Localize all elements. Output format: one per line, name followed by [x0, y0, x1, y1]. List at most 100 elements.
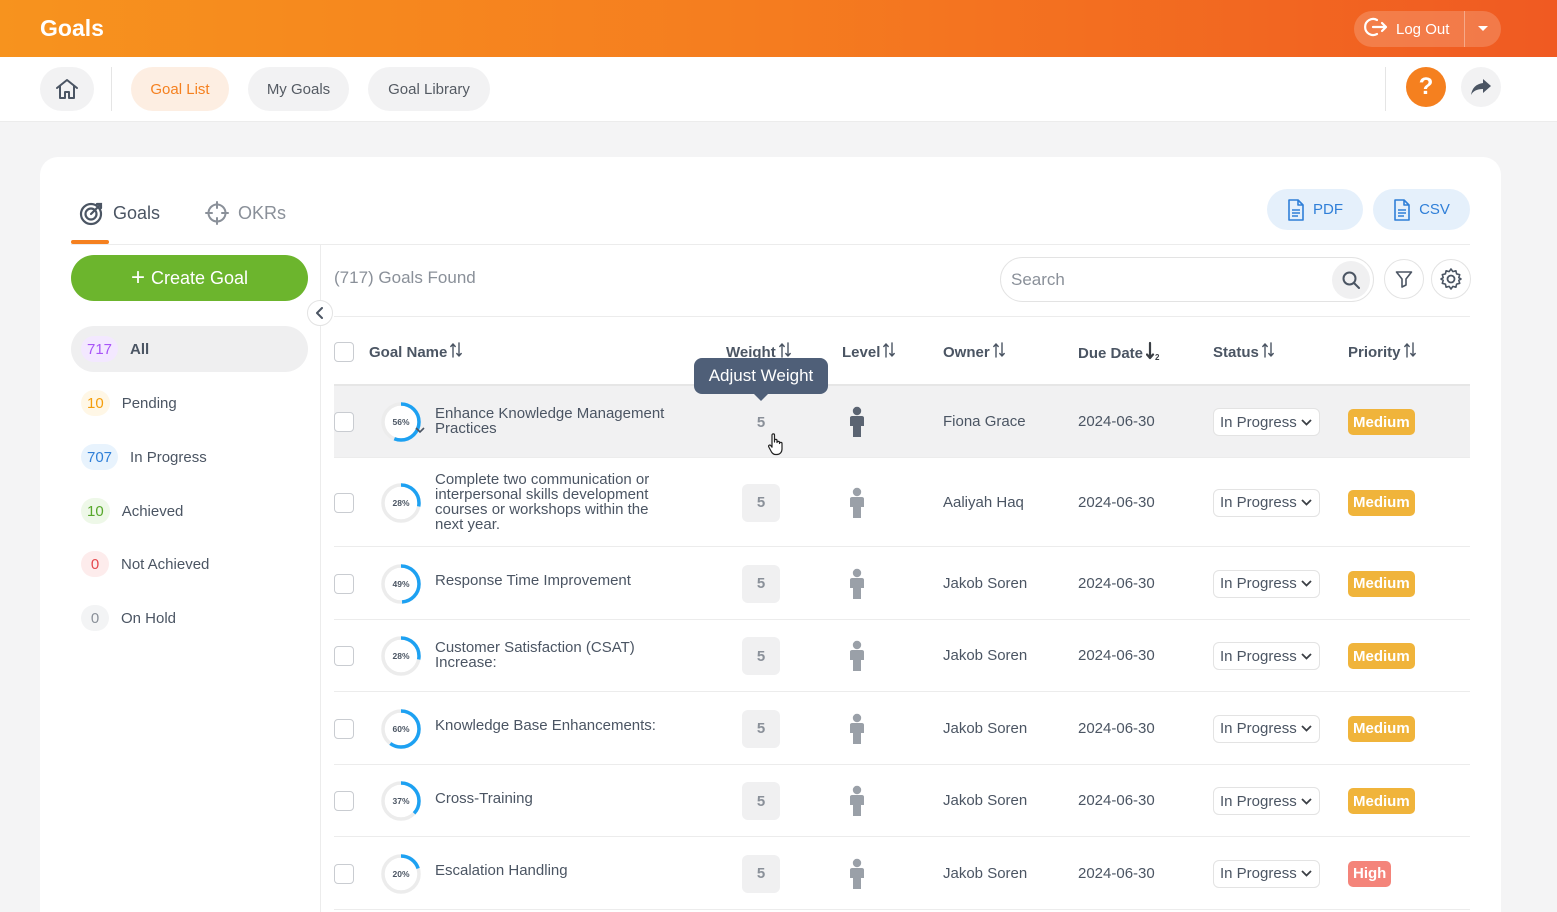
table-row[interactable]: 56% Enhance Knowledge Management Practice…	[334, 386, 1470, 458]
table-header: Goal Name Weight Level Owner Due Date 2 S…	[334, 316, 1470, 386]
row-checkbox[interactable]	[334, 791, 354, 811]
document-icon	[1394, 198, 1410, 221]
priority-badge: Medium	[1348, 715, 1415, 742]
weight-button[interactable]: 5	[742, 564, 780, 603]
status-select[interactable]: In Progress	[1213, 488, 1320, 517]
table-row[interactable]: 28% Complete two communication or interpe…	[334, 458, 1470, 547]
status-select[interactable]: In Progress	[1213, 859, 1320, 888]
count-badge: 0	[81, 551, 109, 577]
column-owner[interactable]: Owner	[943, 341, 1005, 363]
column-status[interactable]: Status	[1213, 341, 1274, 363]
target-icon	[79, 202, 103, 225]
gear-icon	[1440, 268, 1462, 290]
export-pdf-button[interactable]: PDF	[1267, 189, 1363, 230]
filter-item-achieved[interactable]: 10 Achieved	[71, 488, 308, 534]
search-button[interactable]	[1332, 260, 1370, 299]
priority-badge: High	[1348, 860, 1392, 887]
progress-ring: 49%	[381, 563, 421, 604]
row-checkbox[interactable]	[334, 412, 354, 432]
adjust-weight-tooltip: Adjust Weight	[694, 358, 828, 401]
row-checkbox[interactable]	[334, 573, 354, 594]
priority-badge: Medium	[1348, 643, 1415, 669]
goal-name[interactable]: Cross-Training	[435, 791, 675, 806]
left-panel-divider	[320, 245, 321, 912]
search-input[interactable]	[1001, 269, 1332, 290]
goal-name[interactable]: Response Time Improvement	[435, 573, 675, 588]
status-select[interactable]: In Progress	[1213, 408, 1320, 436]
row-checkbox[interactable]	[334, 863, 354, 884]
weight-button[interactable]: 5	[742, 709, 780, 748]
status-select[interactable]: In Progress	[1213, 569, 1320, 598]
logout-group: Log Out	[1354, 11, 1501, 47]
view-tab-goals[interactable]: Goals	[79, 198, 160, 228]
filter-item-not-achieved[interactable]: 0 Not Achieved	[71, 541, 308, 587]
filter-item-on-hold[interactable]: 0 On Hold	[71, 595, 308, 641]
select-all-checkbox[interactable]	[334, 342, 354, 362]
filter-label: Not Achieved	[121, 555, 210, 573]
weight-button[interactable]: 5	[742, 483, 780, 522]
tab-goal-library[interactable]: Goal Library	[368, 67, 490, 111]
filter-item-pending[interactable]: 10 Pending	[71, 380, 308, 426]
help-icon: ?	[1418, 73, 1434, 100]
progress-ring: 37%	[381, 781, 421, 821]
collapse-sidebar-button[interactable]	[307, 300, 333, 326]
status-select[interactable]: In Progress	[1213, 787, 1320, 815]
share-arrow-icon	[1471, 79, 1491, 95]
column-priority[interactable]: Priority	[1348, 341, 1416, 363]
count-badge: 0	[81, 605, 109, 631]
home-icon	[56, 79, 78, 99]
table-row[interactable]: 37% Cross-Training 5 Jakob Soren 2024-06-30 I…	[334, 765, 1470, 837]
view-tab-okrs[interactable]: OKRs	[205, 198, 286, 228]
goal-name[interactable]: Enhance Knowledge Management Practices	[435, 406, 675, 436]
filter-item-all[interactable]: 717 All	[71, 326, 308, 372]
goal-name[interactable]: Escalation Handling	[435, 863, 675, 878]
owner-name: Jakob Soren	[943, 719, 1028, 737]
row-checkbox[interactable]	[334, 718, 354, 739]
sort-icon	[1403, 341, 1416, 363]
weight-button[interactable]: 5	[742, 854, 780, 893]
tab-my-goals[interactable]: My Goals	[248, 67, 349, 111]
row-checkbox[interactable]	[334, 646, 354, 666]
due-date: 2024-06-30	[1078, 413, 1155, 430]
logout-button[interactable]: Log Out	[1354, 11, 1464, 47]
export-csv-button[interactable]: CSV	[1373, 189, 1470, 230]
status-select[interactable]: In Progress	[1213, 642, 1320, 670]
chevron-down-icon[interactable]	[415, 427, 425, 434]
crosshair-icon	[205, 201, 229, 225]
person-icon	[850, 785, 864, 816]
export-csv-label: CSV	[1419, 201, 1450, 218]
table-row[interactable]: 20% Escalation Handling 5 Jakob Soren 2024-0…	[334, 837, 1470, 910]
person-icon	[850, 568, 864, 599]
due-date: 2024-06-30	[1078, 493, 1155, 511]
weight-button[interactable]: 5	[742, 782, 780, 820]
column-goal-name[interactable]: Goal Name	[369, 341, 463, 363]
goal-name[interactable]: Customer Satisfaction (CSAT) Increase:	[435, 640, 675, 670]
status-value: In Progress	[1220, 647, 1297, 665]
person-icon	[850, 858, 864, 889]
settings-button[interactable]	[1431, 259, 1471, 299]
status-select[interactable]: In Progress	[1213, 714, 1320, 743]
filter-item-in-progress[interactable]: 707 In Progress	[71, 434, 308, 480]
logout-menu-toggle[interactable]	[1465, 11, 1501, 47]
weight-button[interactable]: 5	[742, 637, 780, 675]
column-level[interactable]: Level	[842, 341, 896, 363]
column-due-date[interactable]: Due Date 2	[1078, 341, 1162, 365]
chevron-down-icon	[1301, 499, 1312, 506]
table-row[interactable]: 28% Customer Satisfaction (CSAT) Increase…	[334, 620, 1470, 692]
export-pdf-label: PDF	[1313, 201, 1343, 218]
hand-cursor-icon	[768, 433, 783, 456]
home-button[interactable]	[40, 67, 94, 111]
help-button[interactable]: ?	[1406, 67, 1446, 107]
progress-label: 60%	[392, 724, 409, 734]
tab-goal-list[interactable]: Goal List	[131, 67, 229, 111]
goal-name[interactable]: Knowledge Base Enhancements:	[435, 718, 675, 733]
row-checkbox[interactable]	[334, 492, 354, 513]
share-button[interactable]	[1461, 67, 1501, 107]
filter-button[interactable]	[1384, 259, 1424, 299]
goal-name[interactable]: Complete two communication or interperso…	[435, 472, 675, 532]
app-title: Goals	[40, 15, 104, 41]
progress-ring: 28%	[381, 482, 421, 523]
table-row[interactable]: 49% Response Time Improvement 5 Jakob Soren…	[334, 547, 1470, 620]
create-goal-button[interactable]: + Create Goal	[71, 255, 308, 301]
table-row[interactable]: 60% Knowledge Base Enhancements: 5 Jakob So…	[334, 692, 1470, 765]
